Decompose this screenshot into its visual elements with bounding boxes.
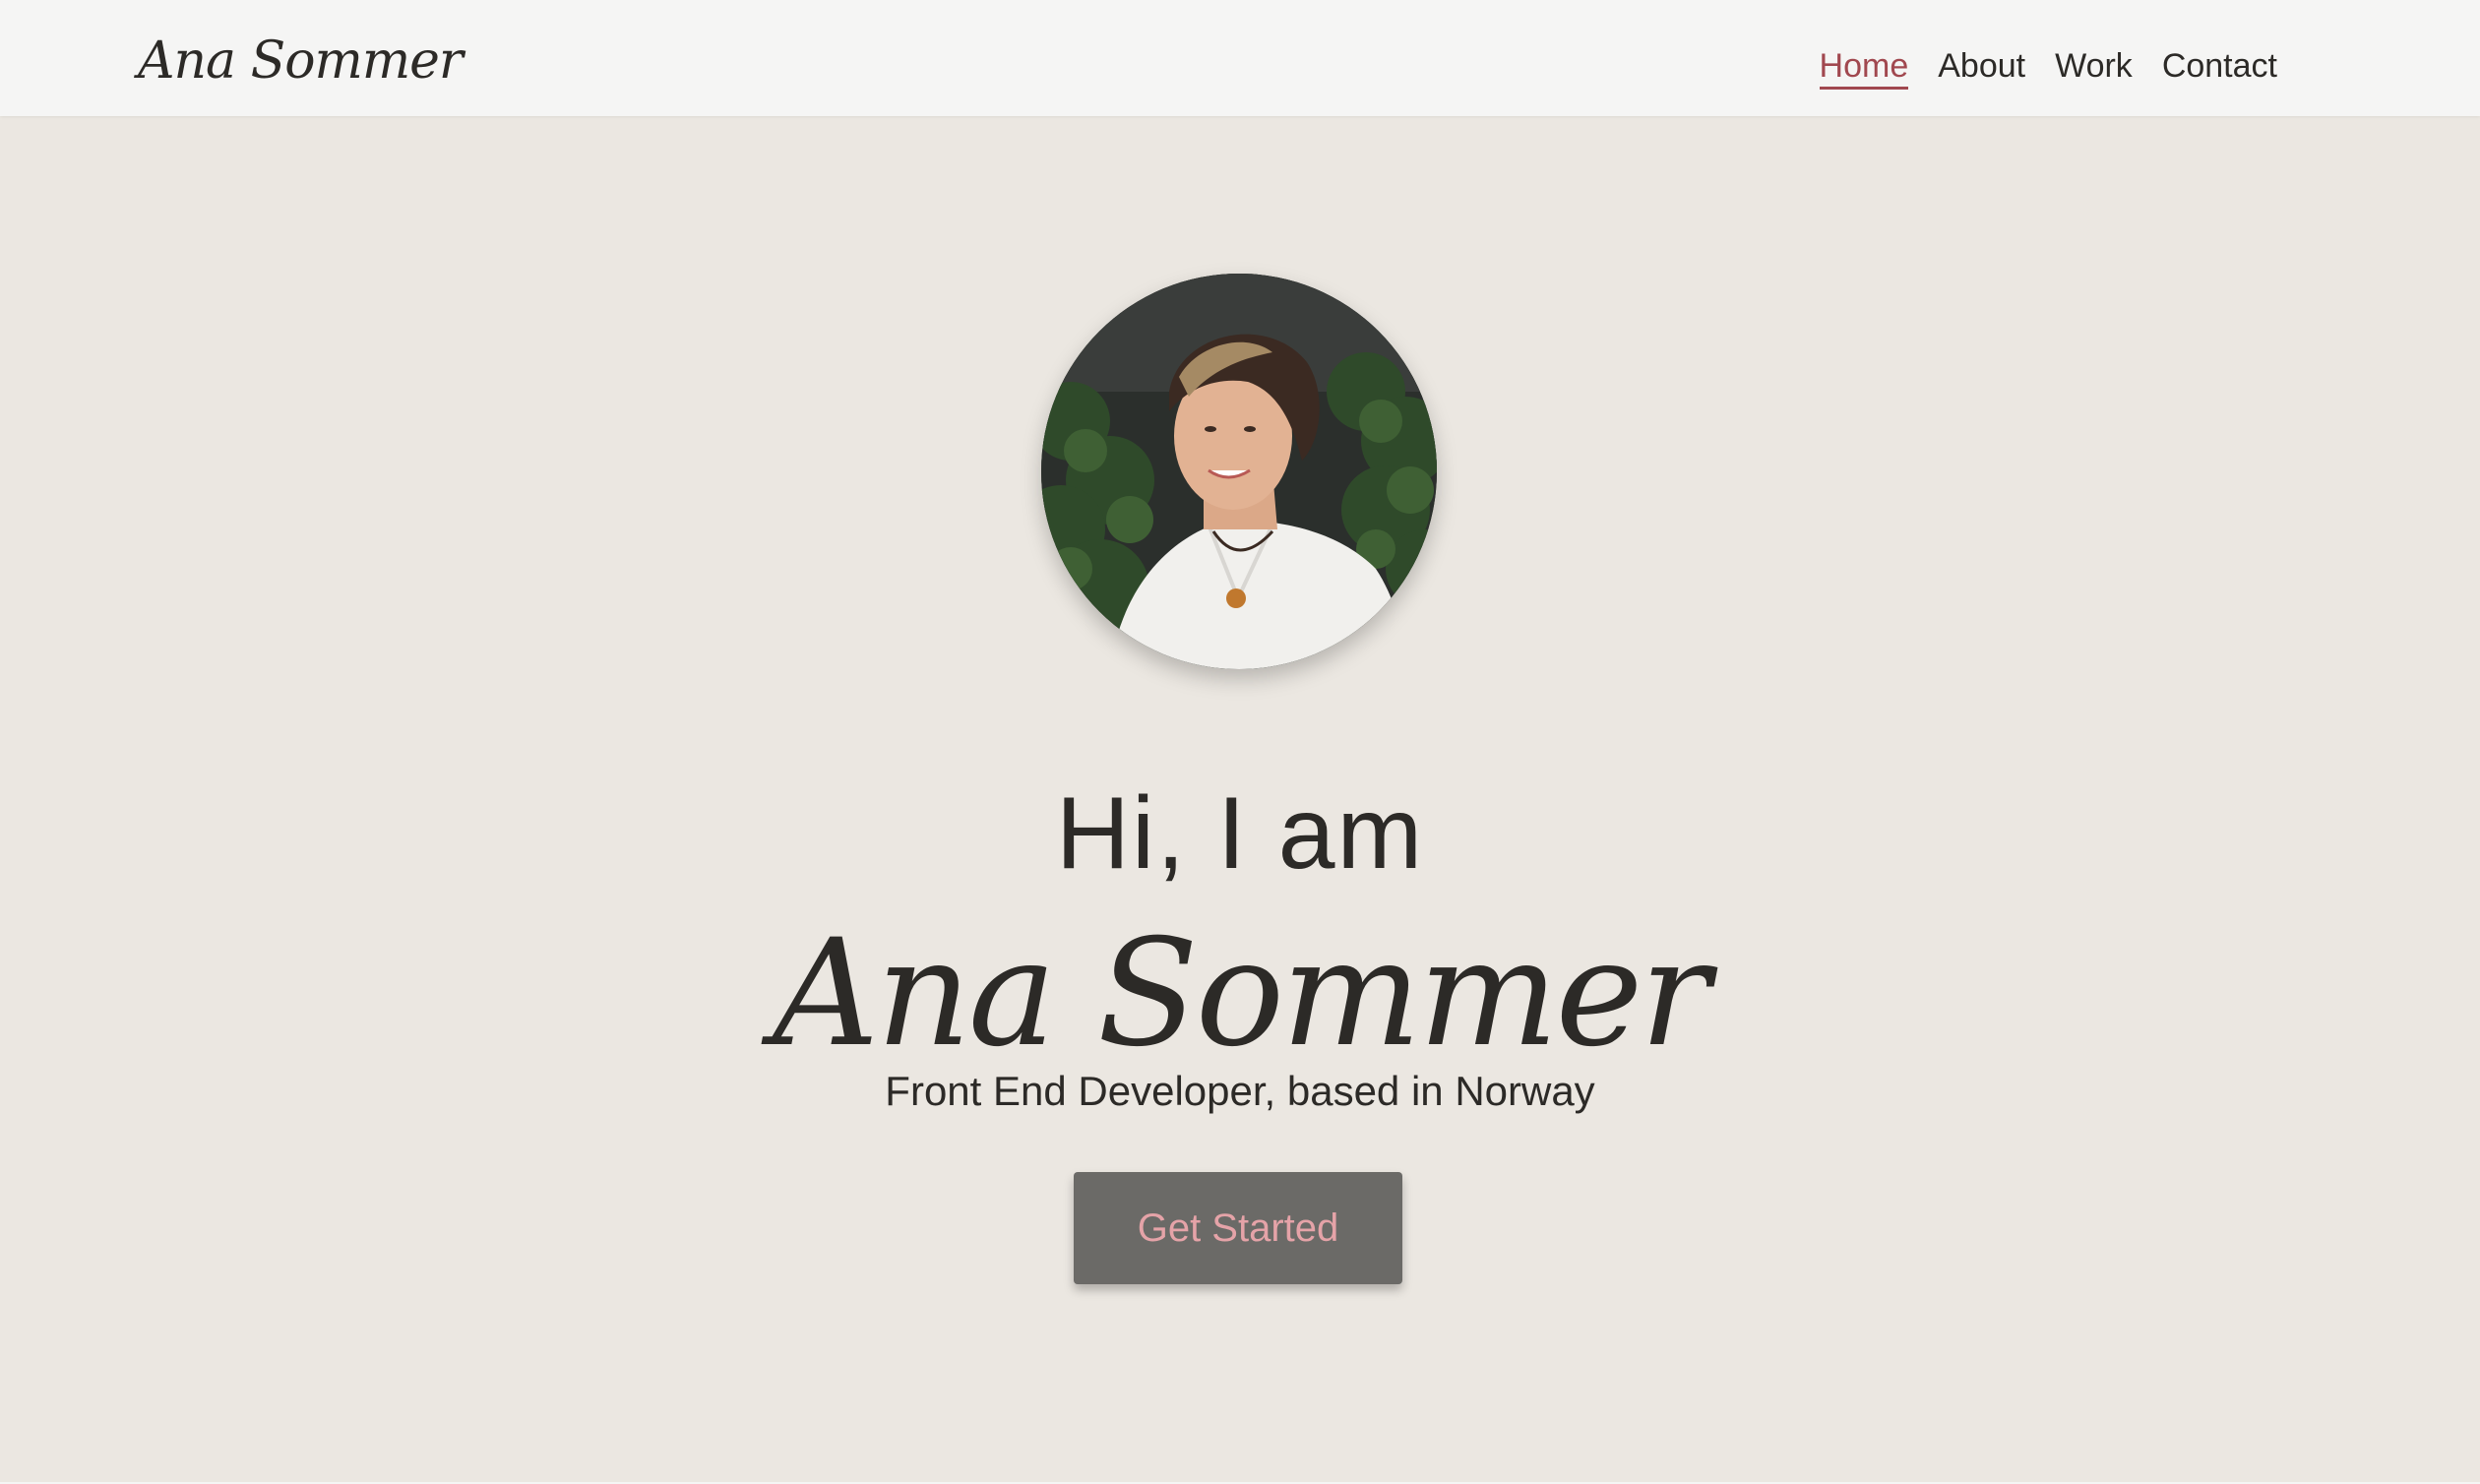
hero-name: Ana Sommer (772, 908, 1710, 1080)
brand-logo[interactable]: Ana Sommer (138, 35, 464, 87)
get-started-button[interactable]: Get Started (1074, 1172, 1402, 1284)
nav-link-work[interactable]: Work (2055, 49, 2133, 90)
nav-link-about[interactable]: About (1938, 49, 2025, 90)
hero-greeting: Hi, I am (1055, 776, 1425, 891)
nav-links: Home About Work Contact (1819, 49, 2277, 90)
nav-link-contact[interactable]: Contact (2162, 49, 2277, 90)
hero-tagline: Front End Developer, based in Norway (885, 1068, 1595, 1114)
nav-link-home[interactable]: Home (1819, 49, 1909, 90)
profile-photo (1041, 274, 1437, 669)
navbar: Ana Sommer Home About Work Contact (0, 0, 2480, 116)
